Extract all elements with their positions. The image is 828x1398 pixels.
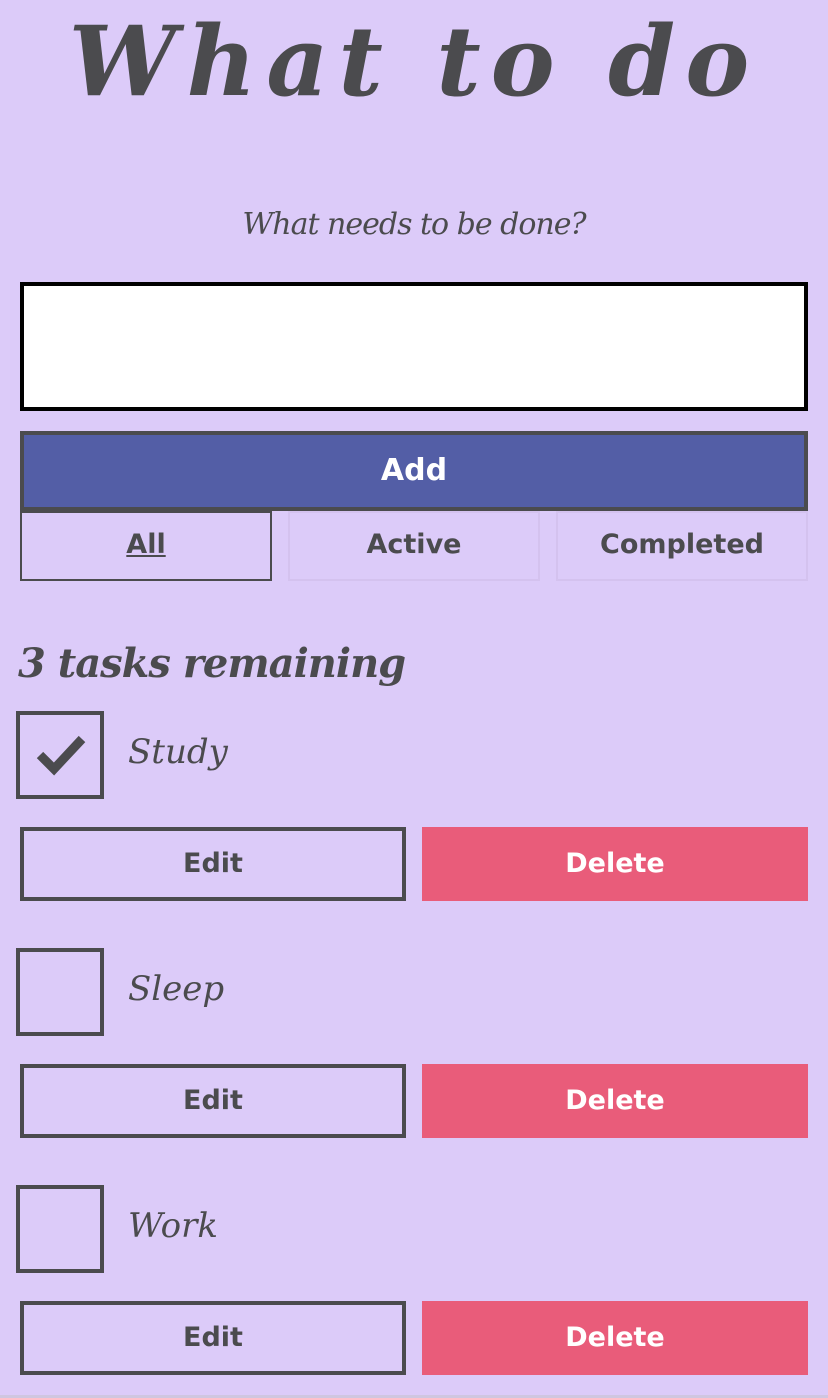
task-item: Sleep Edit Delete: [0, 948, 828, 1148]
task-item: Study Edit Delete: [0, 711, 828, 911]
task-item: Work Edit Delete: [0, 1185, 828, 1385]
filter-active-label: Active: [366, 529, 462, 560]
filter-completed-button[interactable]: Completed: [556, 511, 808, 581]
task-checkbox[interactable]: [16, 711, 104, 799]
delete-button[interactable]: Delete: [422, 827, 808, 901]
new-task-input[interactable]: [20, 282, 808, 411]
add-button[interactable]: Add: [20, 431, 808, 511]
app-title: What to do: [68, 5, 760, 118]
edit-button[interactable]: Edit: [20, 1301, 406, 1375]
tasks-remaining-heading: 3 tasks remaining: [18, 640, 406, 687]
task-checkbox[interactable]: [16, 1185, 104, 1273]
task-name: Study: [128, 732, 228, 772]
task-name: Sleep: [128, 969, 225, 1009]
filter-all-label: All: [126, 529, 166, 560]
edit-button[interactable]: Edit: [20, 827, 406, 901]
edit-button[interactable]: Edit: [20, 1064, 406, 1138]
check-icon: [36, 735, 86, 776]
delete-button[interactable]: Delete: [422, 1064, 808, 1138]
filter-all-button[interactable]: All: [20, 511, 272, 581]
task-name: Work: [128, 1206, 218, 1246]
new-task-prompt: What needs to be done?: [242, 207, 586, 242]
todo-app: What to do What needs to be done? Add Al…: [0, 0, 828, 1398]
filter-active-button[interactable]: Active: [288, 511, 540, 581]
delete-button[interactable]: Delete: [422, 1301, 808, 1375]
task-checkbox[interactable]: [16, 948, 104, 1036]
filter-completed-label: Completed: [600, 529, 764, 560]
